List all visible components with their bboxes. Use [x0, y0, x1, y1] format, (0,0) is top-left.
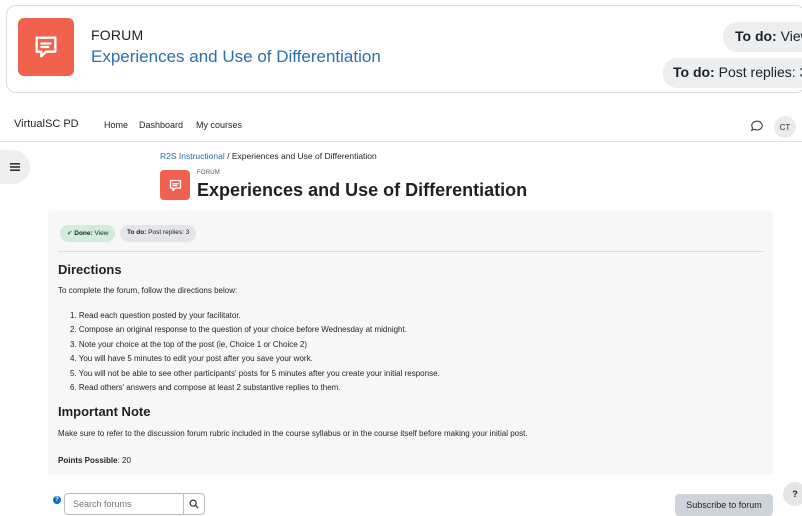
nav-dashboard-link[interactable]: Dashboard [139, 120, 183, 130]
drawer-toggle-icon [10, 163, 20, 171]
badge-value: Post replies: 3 [146, 229, 190, 236]
breadcrumb-course-link[interactable]: R2S Instructional [160, 151, 225, 161]
important-note-text: Make sure to refer to the discussion for… [58, 429, 528, 438]
list-item: 1. Read each question posted by your fac… [70, 311, 241, 320]
search-forums-input[interactable] [64, 493, 184, 515]
divider [58, 251, 763, 252]
page-title: Experiences and Use of Differentiation [197, 180, 528, 200]
chat-icon[interactable] [750, 119, 764, 133]
directions-intro: To complete the forum, follow the direct… [58, 286, 238, 295]
check-icon: ✔ [67, 230, 73, 237]
zoomed-header-card: FORUM Experiences and Use of Differentia… [6, 5, 802, 93]
done-view-badge: ✔ Done: View [60, 225, 116, 242]
badge-value: Post replies: 3 [714, 64, 802, 80]
floating-help-button[interactable]: ? [783, 482, 802, 506]
badge-label: Done: [74, 230, 93, 237]
list-item: 6. Read others' answers and compose at l… [70, 383, 341, 393]
badge-label: To do: [127, 229, 147, 236]
nav-my-courses-link[interactable]: My courses [196, 120, 242, 130]
badge-label: To do: [735, 28, 777, 44]
badge-value: View [780, 28, 802, 44]
user-avatar[interactable]: CT [774, 116, 796, 138]
important-note-heading: Important Note [58, 404, 151, 419]
directions-list: 1. Read each question posted by your fac… [70, 309, 440, 395]
zoom-activity-type: FORUM [91, 27, 144, 43]
list-item: 3. Note your choice at the top of the po… [70, 339, 308, 349]
badge-label: To do: [673, 64, 715, 80]
list-item: 2. Compose an original response to the q… [70, 325, 407, 335]
search-icon [189, 499, 199, 509]
list-item: 5. You will not be able to see other par… [70, 368, 440, 378]
points-label: Points Possible [58, 456, 118, 465]
top-navbar: VirtualSC PD Home Dashboard My courses C… [0, 110, 802, 142]
forum-icon [160, 170, 190, 200]
course-index-toggle[interactable] [0, 150, 30, 184]
zoom-activity-title: Experiences and Use of Differentiation [91, 47, 381, 66]
zoom-todo-view-badge: To do: View [723, 22, 802, 52]
search-button[interactable] [183, 493, 205, 515]
activity-description-panel: ✔ Done: View To do: Post replies: 3 Dire… [48, 211, 773, 475]
activity-type-label: FORUM [197, 170, 220, 176]
forum-icon [18, 18, 74, 76]
breadcrumb: R2S Instructional / Experiences and Use … [160, 151, 377, 161]
breadcrumb-current: Experiences and Use of Differentiation [231, 151, 377, 161]
directions-heading: Directions [58, 262, 122, 277]
help-icon[interactable]: ? [53, 496, 61, 504]
points-value: : 20 [117, 456, 131, 465]
badge-value: View [92, 230, 109, 237]
zoom-todo-replies-badge: To do: Post replies: 3 [663, 58, 802, 88]
todo-replies-badge: To do: Post replies: 3 [120, 225, 197, 242]
list-item: 4. You will have 5 minutes to edit your … [70, 354, 313, 364]
subscribe-button[interactable]: Subscribe to forum [675, 494, 773, 516]
site-brand[interactable]: VirtualSC PD [14, 118, 79, 130]
nav-home-link[interactable]: Home [104, 120, 128, 130]
points-possible: Points Possible: 20 [58, 456, 131, 465]
